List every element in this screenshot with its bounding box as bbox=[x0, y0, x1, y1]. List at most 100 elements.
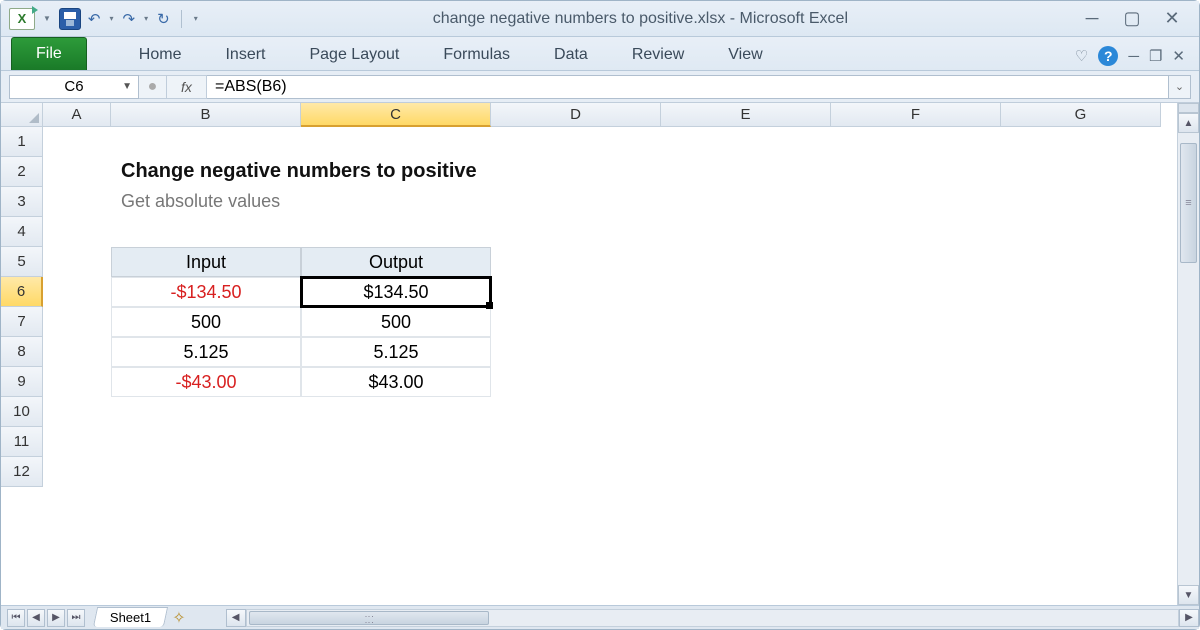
row-header[interactable]: 1 bbox=[1, 127, 43, 157]
cell[interactable] bbox=[661, 337, 831, 367]
cell[interactable] bbox=[831, 457, 1001, 487]
cell[interactable] bbox=[43, 187, 111, 217]
col-header-f[interactable]: F bbox=[831, 103, 1001, 127]
cell[interactable] bbox=[831, 247, 1001, 277]
cell[interactable] bbox=[301, 217, 491, 247]
col-header-e[interactable]: E bbox=[661, 103, 831, 127]
cell[interactable] bbox=[831, 367, 1001, 397]
cell-b9[interactable]: -$43.00 bbox=[111, 367, 301, 397]
scroll-up-icon[interactable]: ▲ bbox=[1178, 113, 1199, 133]
cell[interactable] bbox=[1001, 337, 1161, 367]
row-header[interactable]: 12 bbox=[1, 457, 43, 487]
tab-review[interactable]: Review bbox=[610, 40, 706, 70]
scroll-thumb[interactable] bbox=[1180, 143, 1197, 263]
cell[interactable] bbox=[43, 277, 111, 307]
cell[interactable] bbox=[831, 397, 1001, 427]
cell[interactable] bbox=[661, 397, 831, 427]
row-header[interactable]: 7 bbox=[1, 307, 43, 337]
cell[interactable] bbox=[661, 307, 831, 337]
cell[interactable] bbox=[43, 217, 111, 247]
cell-c8[interactable]: 5.125 bbox=[301, 337, 491, 367]
sheet-nav-first-icon[interactable]: ⏮ bbox=[7, 609, 25, 627]
minimize-icon[interactable]: ─ bbox=[1081, 8, 1103, 29]
cell[interactable] bbox=[1001, 397, 1161, 427]
name-box[interactable]: C6 ▼ bbox=[9, 75, 139, 99]
cell[interactable] bbox=[301, 127, 491, 157]
hscroll-thumb[interactable] bbox=[249, 611, 489, 625]
cell[interactable] bbox=[43, 367, 111, 397]
cell[interactable] bbox=[43, 427, 111, 457]
cell[interactable] bbox=[831, 127, 1001, 157]
vertical-scrollbar[interactable]: ▲ ▼ bbox=[1177, 103, 1199, 605]
cell[interactable] bbox=[111, 127, 301, 157]
hscroll-track[interactable] bbox=[246, 609, 1179, 627]
cell[interactable] bbox=[831, 157, 1001, 187]
cell[interactable] bbox=[661, 187, 831, 217]
cell[interactable] bbox=[491, 247, 661, 277]
scroll-down-icon[interactable]: ▼ bbox=[1178, 585, 1199, 605]
cell[interactable] bbox=[491, 427, 661, 457]
row-header[interactable]: 9 bbox=[1, 367, 43, 397]
select-all-corner[interactable] bbox=[1, 103, 43, 127]
cell[interactable] bbox=[301, 457, 491, 487]
workbook-close-icon[interactable]: ✕ bbox=[1172, 47, 1185, 65]
cell[interactable] bbox=[661, 427, 831, 457]
sheet-tab[interactable]: Sheet1 bbox=[93, 607, 168, 627]
tab-home[interactable]: Home bbox=[117, 40, 204, 70]
cell[interactable] bbox=[661, 247, 831, 277]
tab-data[interactable]: Data bbox=[532, 40, 610, 70]
cell[interactable] bbox=[831, 337, 1001, 367]
cell-c9[interactable]: $43.00 bbox=[301, 367, 491, 397]
col-header-d[interactable]: D bbox=[491, 103, 661, 127]
row-header[interactable]: 5 bbox=[1, 247, 43, 277]
cell[interactable] bbox=[111, 427, 301, 457]
cell[interactable] bbox=[43, 307, 111, 337]
cell[interactable] bbox=[491, 127, 661, 157]
row-header[interactable]: 11 bbox=[1, 427, 43, 457]
cell[interactable] bbox=[661, 457, 831, 487]
cell-c6[interactable]: $134.50 bbox=[301, 277, 491, 307]
col-header-g[interactable]: G bbox=[1001, 103, 1161, 127]
cell-b6[interactable]: -$134.50 bbox=[111, 277, 301, 307]
undo-icon[interactable]: ↶ bbox=[87, 10, 102, 28]
row-header[interactable]: 6 bbox=[1, 277, 43, 307]
cell[interactable] bbox=[491, 307, 661, 337]
cell[interactable] bbox=[661, 217, 831, 247]
cell[interactable] bbox=[111, 457, 301, 487]
sheet-nav-next-icon[interactable]: ▶ bbox=[47, 609, 65, 627]
title-cell[interactable]: Change negative numbers to positive bbox=[111, 157, 661, 187]
undo-dropdown-icon[interactable]: ▾ bbox=[108, 14, 116, 23]
cell[interactable] bbox=[1001, 367, 1161, 397]
cell[interactable] bbox=[301, 397, 491, 427]
cell[interactable] bbox=[43, 397, 111, 427]
cell[interactable] bbox=[491, 367, 661, 397]
cell[interactable] bbox=[831, 307, 1001, 337]
minimize-ribbon-icon[interactable]: ♡ bbox=[1075, 47, 1088, 65]
hscroll-left-icon[interactable]: ◀ bbox=[226, 609, 246, 627]
name-box-dropdown-icon[interactable]: ▼ bbox=[122, 81, 132, 92]
tab-view[interactable]: View bbox=[706, 40, 784, 70]
table-header-output[interactable]: Output bbox=[301, 247, 491, 277]
cell[interactable] bbox=[661, 367, 831, 397]
maximize-icon[interactable]: ▢ bbox=[1121, 8, 1143, 29]
col-header-a[interactable]: A bbox=[43, 103, 111, 127]
cell[interactable] bbox=[491, 217, 661, 247]
new-sheet-icon[interactable]: ✧ bbox=[172, 608, 185, 628]
refresh-icon[interactable]: ↻ bbox=[156, 10, 171, 28]
cell[interactable] bbox=[43, 157, 111, 187]
table-header-input[interactable]: Input bbox=[111, 247, 301, 277]
split-handle[interactable] bbox=[1178, 103, 1199, 113]
expand-formula-bar-icon[interactable]: ⌄ bbox=[1169, 75, 1191, 99]
file-tab[interactable]: File bbox=[11, 37, 87, 70]
cell[interactable] bbox=[1001, 427, 1161, 457]
hscroll-right-icon[interactable]: ▶ bbox=[1179, 609, 1199, 627]
col-header-c[interactable]: C bbox=[301, 103, 491, 127]
cell[interactable] bbox=[831, 277, 1001, 307]
cell[interactable] bbox=[43, 247, 111, 277]
cell[interactable] bbox=[491, 457, 661, 487]
row-header[interactable]: 4 bbox=[1, 217, 43, 247]
fx-icon[interactable]: fx bbox=[167, 75, 207, 99]
cell[interactable] bbox=[831, 217, 1001, 247]
redo-icon[interactable]: ↷ bbox=[122, 10, 137, 28]
row-header[interactable]: 2 bbox=[1, 157, 43, 187]
